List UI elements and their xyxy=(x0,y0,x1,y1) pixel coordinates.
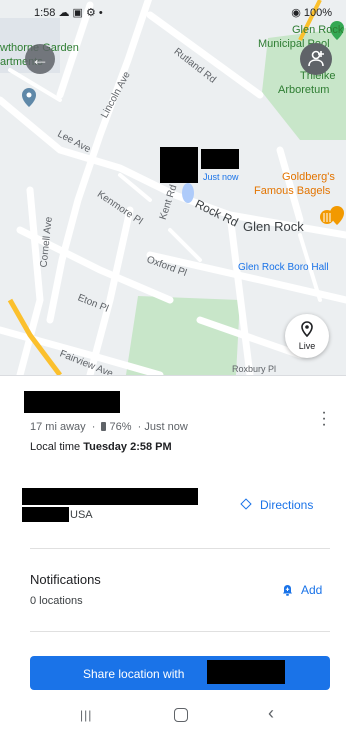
updated-text: Just now xyxy=(144,421,188,433)
live-button[interactable]: Live xyxy=(285,314,329,358)
share-recipient-redacted xyxy=(207,660,285,684)
add-person-button[interactable] xyxy=(300,43,332,75)
local-time-label: Local time xyxy=(30,441,81,453)
map-label-famous-bagels[interactable]: Famous Bagels xyxy=(254,185,330,197)
map-label-boro-hall[interactable]: Glen Rock Boro Hall xyxy=(238,262,329,273)
map-view[interactable]: wthorne Garden artments Rutland Rd Linco… xyxy=(0,0,346,375)
local-time-line: Local time Tuesday 2:58 PM xyxy=(30,441,172,453)
more-options-button[interactable]: · · · xyxy=(320,405,328,433)
notifications-count: 0 locations xyxy=(30,595,83,607)
sheet-top-border xyxy=(0,375,346,376)
map-just-now: Just now xyxy=(203,172,239,182)
person-name-redacted xyxy=(24,391,120,413)
battery-status: 100% xyxy=(303,7,332,19)
status-icons: ☁ ▣ ⚙ • xyxy=(58,7,103,19)
status-right: ◉ 100% xyxy=(291,6,332,19)
live-label: Live xyxy=(298,341,316,351)
address-country: USA xyxy=(70,509,93,521)
recent-apps-icon[interactable]: ||| xyxy=(80,708,92,722)
address-redacted xyxy=(22,488,198,505)
share-location-button[interactable]: Share location with xyxy=(30,656,330,690)
map-name-redacted xyxy=(201,149,239,169)
battery-icon xyxy=(101,422,107,431)
status-time: 1:58 xyxy=(34,7,56,19)
person-status-line: 17 mi away · 76% · Just now xyxy=(30,421,188,433)
live-location-icon xyxy=(301,321,313,338)
map-label-roxbury: Roxbury Pl xyxy=(232,364,277,374)
distance-text: 17 mi away xyxy=(30,421,86,433)
local-time-value: Tuesday 2:58 PM xyxy=(83,441,172,453)
person-add-icon xyxy=(308,50,324,67)
system-nav-bar: ||| ‹ xyxy=(0,698,346,738)
directions-label: Directions xyxy=(260,498,314,512)
status-bar: 1:58 ☁ ▣ ⚙ • ◉ 100% xyxy=(0,0,346,26)
map-label-goldbergs[interactable]: Goldberg's xyxy=(282,171,335,183)
notifications-title: Notifications xyxy=(30,572,101,587)
divider xyxy=(30,548,330,549)
map-label-arboretum[interactable]: Arboretum xyxy=(278,84,329,96)
divider xyxy=(30,631,330,632)
back-nav-icon[interactable]: ‹ xyxy=(268,703,274,724)
map-label-glen-rock[interactable]: Glen Rock xyxy=(243,219,304,234)
back-button[interactable]: ← xyxy=(25,44,55,74)
bell-add-icon xyxy=(283,585,292,596)
location-status-icon: ◉ xyxy=(291,7,301,19)
more-vert-icon: · · · xyxy=(321,404,327,433)
directions-button[interactable]: Directions xyxy=(240,498,314,512)
home-icon[interactable] xyxy=(174,708,188,722)
restaurant-icon xyxy=(320,210,334,224)
share-location-label: Share location with xyxy=(83,667,185,681)
add-label: Add xyxy=(301,583,323,597)
map-avatar-redacted[interactable] xyxy=(160,147,198,183)
add-notification-button[interactable]: Add xyxy=(282,583,322,597)
directions-icon xyxy=(240,498,252,510)
address-line2-redacted xyxy=(22,507,69,522)
arrow-left-icon: ← xyxy=(31,49,49,69)
battery-level: 76% xyxy=(109,421,132,433)
